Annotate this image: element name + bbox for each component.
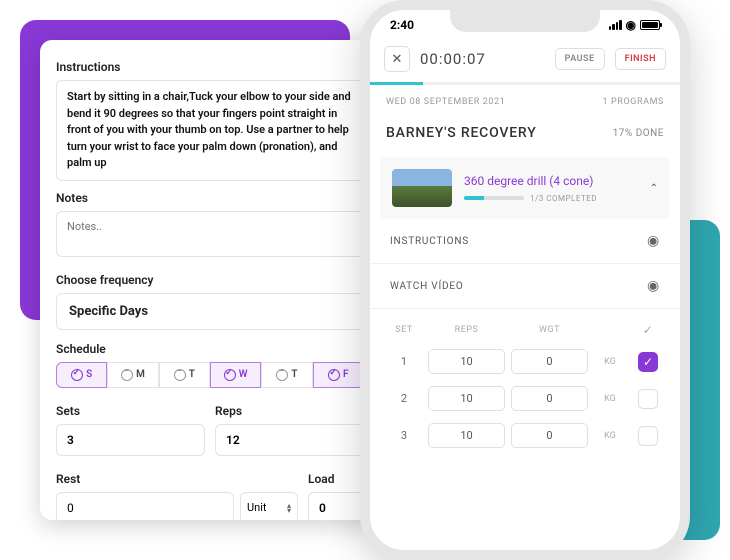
notes-input[interactable] (56, 211, 364, 257)
day-toggle-f[interactable]: F (313, 362, 364, 388)
col-wgt: WGT (511, 325, 588, 335)
check-circle-icon (121, 369, 133, 381)
day-abbr: F (343, 369, 349, 380)
phone-mockup: 2:40 ◉ ✕ 00:00:07 PAUSE FINISH WED 08 SE… (360, 0, 690, 560)
day-abbr: W (239, 369, 248, 380)
battery-icon (640, 20, 660, 30)
sets-table: SET REPS WGT ✓ 1100KG✓2100KG3100KG (370, 309, 680, 454)
status-time: 2:40 (390, 18, 414, 32)
exercise-card[interactable]: 360 degree drill (4 cone) 1/3 COMPLETED … (380, 157, 670, 219)
weight-unit: KG (594, 394, 626, 404)
notes-label: Notes (56, 191, 364, 205)
session-date: WED 08 SEPTEMBER 2021 (386, 97, 505, 107)
sets-label: Sets (56, 404, 205, 418)
workout-timer: 00:00:07 (420, 50, 545, 68)
day-abbr: T (291, 369, 297, 380)
phone-notch (450, 10, 600, 32)
instructions-row[interactable]: INSTRUCTIONS ◉ (370, 219, 680, 264)
day-abbr: T (189, 369, 195, 380)
set-number: 3 (386, 429, 422, 442)
reps-cell-input[interactable]: 10 (428, 349, 505, 374)
reps-input[interactable] (215, 424, 364, 456)
reps-cell-input[interactable]: 10 (428, 386, 505, 411)
day-toggle-w[interactable]: W (210, 362, 261, 388)
check-circle-icon (71, 369, 83, 381)
program-title: BARNEY'S RECOVERY (386, 125, 537, 141)
exercise-completed: 1/3 COMPLETED (530, 194, 597, 203)
chevron-up-icon: ⌃ (650, 183, 658, 194)
check-circle-icon (276, 369, 288, 381)
schedule-days: SMTWTF (56, 362, 364, 388)
watch-video-label: WATCH VÍDEO (390, 281, 464, 292)
check-circle-icon (224, 369, 236, 381)
signal-icon (609, 20, 622, 30)
sets-input[interactable] (56, 424, 205, 456)
finish-button[interactable]: FINISH (615, 48, 666, 70)
load-input[interactable] (308, 492, 364, 521)
set-done-checkbox[interactable]: ✓ (638, 352, 658, 372)
reps-cell-input[interactable]: 10 (428, 423, 505, 448)
instructions-text: Start by sitting in a chair,Tuck your el… (56, 80, 364, 181)
day-abbr: S (86, 369, 92, 380)
frequency-label: Choose frequency (56, 273, 364, 287)
exercise-config-panel: Instructions Start by sitting in a chair… (40, 40, 380, 520)
set-done-checkbox[interactable] (638, 426, 658, 446)
rest-label: Rest (56, 472, 298, 486)
day-toggle-t[interactable]: T (261, 362, 312, 388)
stepper-icon: ▴▾ (287, 503, 291, 513)
weight-unit: KG (594, 357, 626, 367)
instructions-row-label: INSTRUCTIONS (390, 236, 469, 247)
check-circle-icon (328, 369, 340, 381)
unit-label: Unit (247, 501, 266, 514)
check-circle-icon (174, 369, 186, 381)
load-label: Load (308, 472, 364, 486)
wgt-cell-input[interactable]: 0 (511, 386, 588, 411)
check-icon: ✓ (632, 323, 664, 337)
weight-unit: KG (594, 431, 626, 441)
eye-icon: ◉ (647, 233, 660, 249)
schedule-label: Schedule (56, 342, 364, 356)
set-row: 1 100 KG ✓ (382, 343, 668, 380)
col-set: SET (386, 325, 422, 335)
pause-button[interactable]: PAUSE (555, 48, 605, 70)
col-reps: REPS (428, 325, 505, 335)
set-number: 2 (386, 392, 422, 405)
reps-label: Reps (215, 404, 364, 418)
exercise-thumbnail (392, 169, 452, 207)
wgt-cell-input[interactable]: 0 (511, 423, 588, 448)
program-done: 17% DONE (613, 128, 664, 139)
set-number: 1 (386, 355, 422, 368)
instructions-label: Instructions (56, 60, 364, 74)
wifi-icon: ◉ (626, 18, 636, 32)
programs-count: 1 PROGRAMS (603, 97, 664, 107)
day-abbr: M (136, 369, 145, 380)
exercise-progress-bar (464, 196, 524, 200)
eye-icon: ◉ (647, 278, 660, 294)
day-toggle-m[interactable]: M (107, 362, 158, 388)
set-row: 3 100 KG (382, 417, 668, 454)
wgt-cell-input[interactable]: 0 (511, 349, 588, 374)
rest-input[interactable] (56, 492, 234, 521)
day-toggle-s[interactable]: S (56, 362, 107, 388)
exercise-name: 360 degree drill (4 cone) (464, 174, 638, 188)
close-button[interactable]: ✕ (384, 46, 410, 72)
set-row: 2 100 KG (382, 380, 668, 417)
rest-unit-select[interactable]: Unit ▴▾ (240, 492, 298, 521)
frequency-select[interactable]: Specific Days (56, 293, 364, 330)
set-done-checkbox[interactable] (638, 389, 658, 409)
day-toggle-t[interactable]: T (159, 362, 210, 388)
watch-video-row[interactable]: WATCH VÍDEO ◉ (370, 264, 680, 309)
